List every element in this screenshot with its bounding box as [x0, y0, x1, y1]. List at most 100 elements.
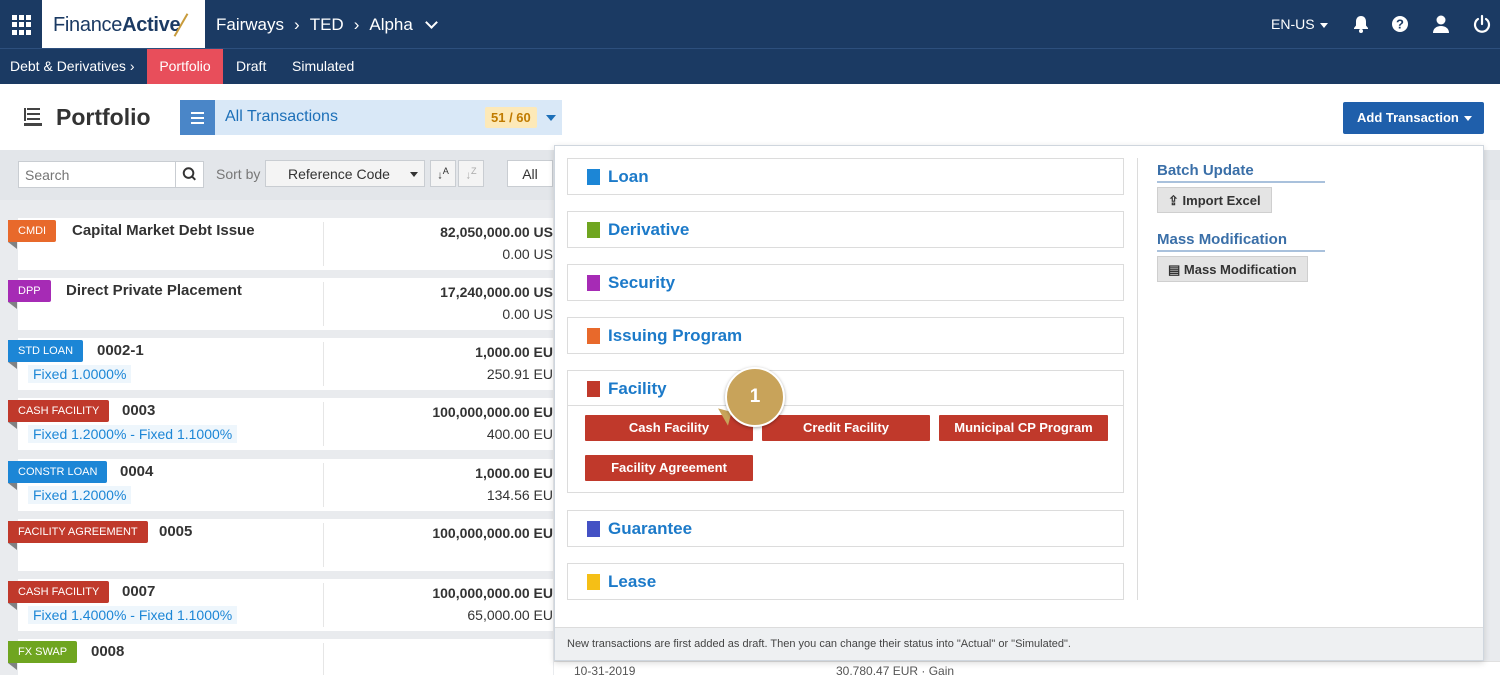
peek-amount: 30,780.47 EUR · Gain [836, 664, 955, 675]
category-header[interactable]: Guarantee [568, 511, 1123, 546]
category-name[interactable]: Facility [608, 379, 667, 399]
row-divider [323, 643, 324, 675]
user-icon[interactable] [1431, 14, 1451, 34]
breadcrumb-alpha[interactable]: Alpha [369, 15, 412, 35]
secondary-amount: 65,000.00 EU [467, 607, 553, 623]
import-excel-button[interactable]: ⇪ Import Excel [1157, 187, 1272, 213]
type-tag: CASH FACILITY [8, 400, 110, 429]
transaction-name[interactable]: 0008 [91, 643, 124, 660]
tab-simulated[interactable]: Simulated [282, 49, 364, 84]
category-security[interactable]: Security [567, 264, 1124, 301]
category-name[interactable]: Derivative [608, 220, 689, 240]
category-header[interactable]: Issuing Program [568, 318, 1123, 353]
list-icon: ▤ [1168, 262, 1181, 277]
menu-icon[interactable] [180, 100, 215, 135]
rate-label: Fixed 1.2000% [28, 486, 132, 504]
caret-down-icon[interactable] [546, 115, 556, 121]
transaction-row[interactable]: CASH FACILITY 0007 Fixed 1.4000% - Fixed 1… [8, 579, 553, 631]
secondary-amount: 134.56 EU [486, 487, 553, 503]
category-color-marker [587, 222, 600, 238]
category-name[interactable]: Guarantee [608, 519, 692, 539]
secondary-amount: 0.00 US [502, 306, 553, 322]
secondary-amount: 400.00 EU [486, 426, 553, 442]
category-color-marker [587, 574, 600, 590]
amount: 100,000,000.00 EU [432, 404, 553, 420]
tab-portfolio[interactable]: Portfolio [147, 49, 223, 84]
category-name[interactable]: Lease [608, 572, 656, 592]
transaction-name[interactable]: 0003 [122, 402, 155, 419]
apps-grid-icon[interactable] [12, 15, 32, 35]
row-divider [323, 402, 324, 446]
transaction-name[interactable]: Direct Private Placement [66, 282, 242, 299]
tab-draft[interactable]: Draft [226, 49, 276, 84]
filter-all-button[interactable]: All [507, 160, 553, 187]
category-color-marker [587, 169, 600, 185]
facility-agreement-button[interactable]: Facility Agreement [585, 455, 753, 481]
mass-modification-button[interactable]: ▤ Mass Modification [1157, 256, 1308, 282]
category-color-marker [587, 328, 600, 344]
rate-label: Fixed 1.4000% - Fixed 1.1000% [28, 606, 238, 624]
transaction-row[interactable]: CASH FACILITY 0003 Fixed 1.2000% - Fixed 1… [8, 398, 553, 450]
add-transaction-button[interactable]: Add Transaction [1343, 102, 1484, 134]
transaction-row[interactable]: CMDI Capital Market Debt Issue 82,050,000.… [8, 218, 553, 270]
caret-down-icon [1319, 22, 1328, 28]
category-guarantee[interactable]: Guarantee [567, 510, 1124, 547]
category-header[interactable]: Facility [568, 371, 1123, 406]
breadcrumb-ted[interactable]: TED [310, 15, 344, 35]
amount: 82,050,000.00 US [440, 224, 553, 240]
transaction-name[interactable]: 0007 [122, 583, 155, 600]
type-tag: CASH FACILITY [8, 581, 110, 610]
help-icon[interactable]: ? [1390, 14, 1410, 34]
chevron-right-icon: › [294, 15, 300, 34]
category-issuing-program[interactable]: Issuing Program [567, 317, 1124, 354]
category-header[interactable]: Security [568, 265, 1123, 300]
transaction-name[interactable]: Capital Market Debt Issue [72, 222, 255, 239]
category-header[interactable]: Lease [568, 564, 1123, 599]
search-box [18, 161, 204, 188]
sort-ascending-icon[interactable]: ↓A [430, 160, 456, 187]
chevron-down-icon[interactable] [424, 16, 438, 29]
category-header[interactable]: Derivative [568, 212, 1123, 247]
category-name[interactable]: Issuing Program [608, 326, 742, 346]
municipal-cp-program-button[interactable]: Municipal CP Program [939, 415, 1108, 441]
sort-select[interactable]: Reference Code [265, 160, 425, 187]
category-name[interactable]: Security [608, 273, 675, 293]
transaction-name[interactable]: 0004 [120, 463, 153, 480]
category-loan[interactable]: Loan [567, 158, 1124, 195]
search-input[interactable] [19, 162, 175, 187]
transaction-row[interactable]: DPP Direct Private Placement 17,240,000.00… [8, 278, 553, 330]
top-bar: FinanceActive Fairways › TED › Alpha EN-… [0, 0, 1500, 48]
sub-navigation: Debt & Derivatives › Portfolio Draft Sim… [0, 48, 1500, 84]
amount: 100,000,000.00 EU [432, 585, 553, 601]
language-selector[interactable]: EN-US [1271, 16, 1328, 32]
category-lease[interactable]: Lease [567, 563, 1124, 600]
transaction-row[interactable]: FX SWAP 0008 [8, 639, 553, 675]
category-facility[interactable]: Facility Cash Facility Credit Facility Muni… [567, 370, 1124, 493]
category-derivative[interactable]: Derivative [567, 211, 1124, 248]
transaction-selector[interactable]: All Transactions 51 / 60 [180, 100, 562, 135]
breadcrumb-fairways[interactable]: Fairways [216, 15, 284, 35]
amount: 17,240,000.00 US [440, 284, 553, 300]
search-icon[interactable] [175, 162, 203, 187]
category-color-marker [587, 521, 600, 537]
transaction-name[interactable]: 0002-1 [97, 342, 144, 359]
category-name[interactable]: Loan [608, 167, 649, 187]
type-tag: FACILITY AGREEMENT [8, 521, 148, 550]
sort-descending-icon[interactable]: ↓Z [458, 160, 484, 187]
transaction-row[interactable]: FACILITY AGREEMENT 0005 100,000,000.00 EU [8, 519, 553, 571]
nav-debt-derivatives[interactable]: Debt & Derivatives › [0, 49, 145, 84]
transaction-row[interactable]: STD LOAN 0002-1 Fixed 1.0000% 1,000.00 EU 25… [8, 338, 553, 390]
transaction-row[interactable]: CONSTR LOAN 0004 Fixed 1.2000% 1,000.00 EU 1… [8, 459, 553, 511]
category-header[interactable]: Loan [568, 159, 1123, 194]
secondary-amount: 0.00 US [502, 246, 553, 262]
secondary-amount: 250.91 EU [486, 366, 553, 382]
portfolio-icon [24, 108, 42, 126]
type-tag: STD LOAN [8, 340, 84, 369]
language-label: EN-US [1271, 16, 1315, 32]
logo[interactable]: FinanceActive [42, 0, 205, 48]
power-icon[interactable] [1472, 14, 1492, 34]
bell-icon[interactable] [1351, 14, 1371, 34]
credit-facility-button[interactable]: Credit Facility [762, 415, 930, 441]
transaction-name[interactable]: 0005 [159, 523, 192, 540]
type-tag: CONSTR LOAN [8, 461, 108, 490]
